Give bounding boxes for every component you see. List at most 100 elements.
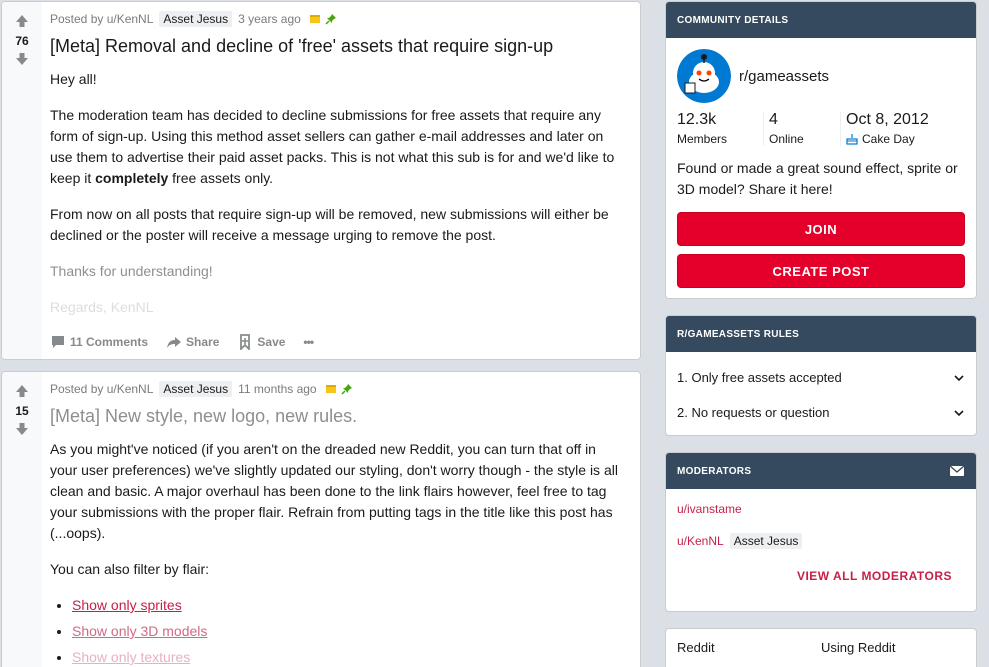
post-content: Posted by u/KenNL Asset Jesus 3 years ag… — [50, 2, 626, 333]
community-details-header: COMMUNITY DETAILS — [666, 2, 976, 38]
comment-icon — [52, 336, 64, 348]
footer-link-using-reddit[interactable]: Using Reddit — [821, 640, 965, 655]
comments-button[interactable]: 11 Comments — [50, 334, 148, 350]
post-actions: 11 Comments Share Save ••• — [50, 334, 314, 350]
list-item: Show only 3D models — [72, 621, 626, 642]
moderator-username[interactable]: u/ivanstame — [677, 502, 742, 516]
user-flair: Asset Jesus — [159, 11, 233, 27]
rules-header: R/GAMEASSETS RULES — [666, 316, 976, 352]
moderator-row: u/KenNL Asset Jesus — [666, 525, 976, 557]
post-card[interactable]: 15 Posted by u/KenNL Asset Jesus 11 mont… — [1, 371, 641, 667]
post-paragraph: The moderation team has decided to decli… — [50, 105, 626, 189]
user-flair: Asset Jesus — [159, 381, 233, 397]
comments-label: 11 Comments — [70, 335, 149, 349]
share-icon — [167, 337, 182, 348]
filter-sprites-link[interactable]: Show only sprites — [72, 597, 182, 613]
post-paragraph: As you might've noticed (if you aren't o… — [50, 441, 618, 541]
rules-card: R/GAMEASSETS RULES 1. Only free assets a… — [665, 315, 977, 436]
post-paragraph: Thanks for understanding! — [50, 263, 213, 279]
vote-score: 15 — [15, 404, 29, 418]
vote-score: 76 — [15, 34, 29, 48]
post-author[interactable]: Posted by u/KenNL — [50, 382, 153, 396]
card-header-title: R/GAMEASSETS RULES — [677, 328, 800, 340]
community-description: Found or made a great sound effect, spri… — [677, 160, 958, 197]
moderators-list: u/ivanstame u/KenNL Asset Jesus — [666, 489, 976, 557]
save-button[interactable]: Save — [237, 334, 285, 350]
upvote-icon[interactable] — [15, 384, 29, 398]
downvote-icon[interactable] — [15, 52, 29, 66]
share-button[interactable]: Share — [166, 334, 219, 350]
post-paragraph: You can also filter by flair: — [50, 561, 210, 577]
online-stat: 4 Online — [764, 110, 840, 148]
post-title[interactable]: [Meta] Removal and decline of 'free' ass… — [50, 35, 626, 57]
join-button[interactable]: JOIN — [677, 212, 965, 246]
pin-icon — [341, 384, 352, 395]
members-count: 12.3k — [677, 111, 717, 128]
flair-filter-list: Show only sprites Show only 3D models Sh… — [50, 595, 626, 667]
rule-label: 1. Only free assets accepted — [677, 370, 842, 385]
bookmark-icon — [240, 334, 251, 350]
chevron-down-icon — [954, 374, 964, 381]
online-count: 4 — [769, 111, 778, 128]
post-text: free assets only. — [168, 170, 274, 186]
moderators-header: MODERATORS — [666, 453, 976, 489]
post-card[interactable]: 76 Posted by u/KenNL Asset Jesus 3 years… — [1, 1, 641, 360]
pin-icon — [325, 14, 336, 25]
create-post-button[interactable]: CREATE POST — [677, 254, 965, 288]
moderator-row: u/ivanstame — [666, 493, 976, 525]
rule-item[interactable]: 2. No requests or question — [666, 395, 976, 430]
post-body-text: As you might've noticed (if you aren't o… — [50, 439, 626, 667]
cake-icon — [846, 134, 858, 145]
post-bold-text: completely — [95, 170, 169, 186]
members-stat: 12.3k Members — [677, 110, 763, 148]
post-content: Posted by u/KenNL Asset Jesus 11 months … — [50, 372, 626, 667]
rule-item[interactable]: 1. Only free assets accepted — [666, 360, 976, 395]
subreddit-avatar-icon[interactable] — [677, 49, 731, 103]
cake-day-text: Cake Day — [862, 132, 915, 146]
post-time[interactable]: 11 months ago — [238, 382, 317, 396]
card-header-title: COMMUNITY DETAILS — [677, 14, 789, 26]
rule-label: 2. No requests or question — [677, 405, 830, 420]
moderators-card: MODERATORS u/ivanstame u/KenNL Asset Jes… — [665, 452, 977, 612]
downvote-icon[interactable] — [15, 422, 29, 436]
subreddit-name[interactable]: r/gameassets — [739, 68, 829, 85]
footer-links-card: Reddit Using Reddit — [665, 628, 977, 667]
mail-icon[interactable] — [949, 465, 965, 477]
vote-column: 15 — [2, 372, 42, 667]
online-label: Online — [769, 132, 804, 146]
more-options-icon: ••• — [303, 335, 314, 349]
created-stat: Oct 8, 2012 Cake Day — [841, 110, 929, 148]
post-author[interactable]: Posted by u/KenNL — [50, 12, 153, 26]
vote-column: 76 — [2, 2, 42, 359]
announcement-icon — [309, 15, 320, 23]
upvote-icon[interactable] — [15, 14, 29, 28]
footer-links: Reddit Using Reddit — [666, 629, 976, 655]
more-options-button[interactable]: ••• — [303, 335, 314, 349]
user-flair: Asset Jesus — [729, 533, 803, 549]
community-details-card: COMMUNITY DETAILS r/gameassets 12.3k Mem… — [665, 1, 977, 299]
view-all-moderators-button[interactable]: VIEW ALL MODERATORS — [797, 569, 952, 583]
filter-textures-link[interactable]: Show only textures — [72, 649, 190, 665]
filter-3d-models-link[interactable]: Show only 3D models — [72, 623, 207, 639]
post-time[interactable]: 3 years ago — [238, 12, 301, 26]
list-item: Show only sprites — [72, 595, 626, 616]
post-meta: Posted by u/KenNL Asset Jesus 11 months … — [50, 381, 626, 397]
subreddit-identity: r/gameassets — [677, 49, 965, 103]
post-paragraph: Hey all! — [50, 71, 97, 87]
created-date: Oct 8, 2012 — [846, 111, 929, 128]
card-header-title: MODERATORS — [677, 465, 752, 477]
save-label: Save — [257, 335, 286, 349]
announcement-icon — [325, 385, 336, 393]
rules-list: 1. Only free assets accepted 2. No reque… — [666, 352, 976, 430]
cake-day-label: Cake Day — [846, 130, 929, 148]
post-title[interactable]: [Meta] New style, new logo, new rules. — [50, 405, 626, 427]
post-paragraph: Regards, KenNL — [50, 299, 154, 315]
share-label: Share — [186, 335, 220, 349]
post-body-text: Hey all! The moderation team has decided… — [50, 69, 626, 318]
footer-link-reddit[interactable]: Reddit — [677, 640, 821, 655]
moderator-username[interactable]: u/KenNL — [677, 534, 724, 548]
chevron-down-icon — [954, 409, 964, 416]
list-item: Show only textures — [72, 647, 626, 667]
post-meta: Posted by u/KenNL Asset Jesus 3 years ag… — [50, 11, 626, 27]
community-stats: 12.3k Members 4 Online Oct 8, 2012 Cake … — [677, 110, 965, 148]
